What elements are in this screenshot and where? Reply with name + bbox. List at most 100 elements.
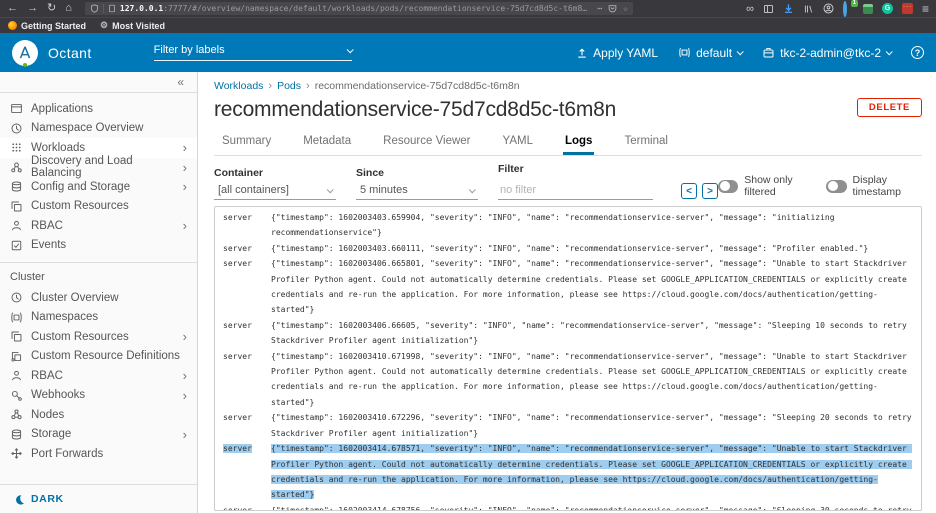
menu-icon[interactable]: ≡ xyxy=(922,2,929,16)
log-row[interactable]: server{"timestamp": 1602003414.678571, "… xyxy=(223,441,913,503)
container-select[interactable]: [all containers] xyxy=(214,184,336,200)
octant-logo[interactable] xyxy=(12,40,38,66)
previous-match-button[interactable]: < xyxy=(681,183,697,199)
since-select[interactable]: 5 minutes xyxy=(356,184,478,200)
grammarly-icon[interactable]: G xyxy=(882,3,893,14)
sidebar-item-custom-resource-definitions[interactable]: Custom Resource Definitions xyxy=(0,347,197,367)
shield-permissions-icon[interactable] xyxy=(90,4,99,13)
sidebar-item-discovery-and-load-balancing[interactable]: Discovery and Load Balancing› xyxy=(0,158,197,178)
sidebar-item-port-forwards[interactable]: Port Forwards xyxy=(0,444,197,464)
sidebar-panel-icon[interactable] xyxy=(763,4,774,14)
breadcrumb-pods[interactable]: Pods xyxy=(277,80,301,92)
breadcrumb-current: recommendationservice-75d7cd8d5c-t6m8n xyxy=(315,80,520,92)
config-storage-icon xyxy=(10,180,23,193)
page-actions-icon[interactable]: ⋯ xyxy=(597,4,602,13)
tab-resource-viewer[interactable]: Resource Viewer xyxy=(381,131,472,155)
log-row[interactable]: server{"timestamp": 1602003406.66605, "s… xyxy=(223,318,913,349)
dark-mode-toggle[interactable]: DARK xyxy=(0,484,197,513)
infinity-extension-icon[interactable]: ∞ xyxy=(746,3,754,15)
chevron-right-icon: › xyxy=(183,161,187,174)
help-icon[interactable]: ? xyxy=(911,46,924,59)
bookmarks-bar: Getting Started ⚙ Most Visited xyxy=(0,17,936,33)
sidebar-item-webhooks[interactable]: Webhooks› xyxy=(0,386,197,406)
container-label: Container xyxy=(214,167,336,179)
forward-icon[interactable]: → xyxy=(27,3,38,14)
back-icon[interactable]: ← xyxy=(7,3,18,14)
log-row[interactable]: server{"timestamp": 1602003406.665801, "… xyxy=(223,256,913,318)
library-icon[interactable] xyxy=(803,4,814,14)
tab-terminal[interactable]: Terminal xyxy=(622,131,669,155)
toggle-group: Show only filtered Display timestamp xyxy=(718,174,922,200)
label-filter-dropdown[interactable]: Filter by labels xyxy=(154,44,352,61)
sidebar-item-cluster-overview[interactable]: Cluster Overview xyxy=(0,288,197,308)
delete-button[interactable]: DELETE xyxy=(857,98,922,117)
next-match-button[interactable]: > xyxy=(702,183,718,199)
container-value: [all containers] xyxy=(218,184,289,196)
log-output[interactable]: server{"timestamp": 1602003403.659904, "… xyxy=(214,206,922,511)
sidebar-item-rbac[interactable]: RBAC› xyxy=(0,366,197,386)
toggle-display-timestamp[interactable]: Display timestamp xyxy=(826,174,922,198)
sidebar-item-custom-resources[interactable]: Custom Resources› xyxy=(0,327,197,347)
breadcrumb-workloads[interactable]: Workloads xyxy=(214,80,263,92)
bookmark-most-visited[interactable]: ⚙ Most Visited xyxy=(100,20,165,31)
tab-metadata[interactable]: Metadata xyxy=(301,131,353,155)
page-info-icon[interactable] xyxy=(108,4,116,13)
pocket-icon[interactable] xyxy=(608,4,617,13)
main-content: Workloads › Pods › recommendationservice… xyxy=(198,72,936,513)
filter-label: Filter xyxy=(498,163,653,175)
reload-icon[interactable]: ↻ xyxy=(47,3,56,14)
log-row[interactable]: server{"timestamp": 1602003403.660111, "… xyxy=(223,241,913,256)
sidebar-item-label: Namespace Overview xyxy=(31,122,143,134)
sidebar-item-storage[interactable]: Storage› xyxy=(0,425,197,445)
extension-red-icon[interactable]: ··· xyxy=(902,3,913,14)
chevron-right-icon: › xyxy=(183,141,187,154)
label-filter-text: Filter by labels xyxy=(154,44,225,56)
chevron-down-icon xyxy=(469,186,476,193)
extension-green-icon[interactable] xyxy=(863,4,873,14)
home-icon[interactable]: ⌂ xyxy=(65,3,72,14)
log-row[interactable]: server{"timestamp": 1602003410.672296, "… xyxy=(223,410,913,441)
url-bar[interactable]: 127.0.0.1:7777/#/overview/namespace/defa… xyxy=(85,2,633,15)
sidebar-item-namespaces[interactable]: Namespaces xyxy=(0,308,197,328)
log-row[interactable]: server{"timestamp": 1602003403.659904, "… xyxy=(223,210,913,241)
nodes-icon xyxy=(10,408,23,421)
toggle-show-only-filtered[interactable]: Show only filtered xyxy=(718,174,811,198)
sidebar: « ApplicationsNamespace OverviewWorkload… xyxy=(0,72,198,513)
log-row[interactable]: server{"timestamp": 1602003410.671998, "… xyxy=(223,349,913,411)
sidebar-item-custom-resources[interactable]: Custom Resources xyxy=(0,197,197,217)
since-value: 5 minutes xyxy=(360,184,408,196)
filter-input[interactable] xyxy=(498,184,653,200)
log-row[interactable]: server{"timestamp": 1602003414.678756, "… xyxy=(223,503,913,511)
moon-icon xyxy=(14,494,25,505)
tab-summary[interactable]: Summary xyxy=(220,131,273,155)
tab-logs[interactable]: Logs xyxy=(563,131,594,155)
namespace-selector[interactable]: default xyxy=(678,46,742,60)
log-stream-prefix: server xyxy=(223,256,252,271)
account-icon[interactable] xyxy=(823,3,834,14)
log-stream-prefix: server xyxy=(223,318,252,333)
sidebar-item-nodes[interactable]: Nodes xyxy=(0,405,197,425)
chevron-right-icon: › xyxy=(183,180,187,193)
cluster-overview-icon xyxy=(10,291,23,304)
sidebar-group-label: Cluster xyxy=(0,263,197,288)
sidebar-item-events[interactable]: Events xyxy=(0,236,197,256)
sidebar-item-namespace-overview[interactable]: Namespace Overview xyxy=(0,119,197,139)
apply-yaml-button[interactable]: Apply YAML xyxy=(576,46,658,60)
download-icon[interactable] xyxy=(783,3,794,14)
sidebar-item-config-and-storage[interactable]: Config and Storage› xyxy=(0,177,197,197)
extension-blue-icon[interactable]: 1 xyxy=(843,3,854,14)
dark-label: DARK xyxy=(31,493,64,505)
log-message: {"timestamp": 1602003410.671998, "severi… xyxy=(271,352,912,407)
sidebar-item-applications[interactable]: Applications xyxy=(0,99,197,119)
discovery-icon xyxy=(10,161,23,174)
events-icon xyxy=(10,239,23,252)
workloads-icon xyxy=(10,141,23,154)
tab-yaml[interactable]: YAML xyxy=(501,131,535,155)
namespaces-icon xyxy=(10,311,23,324)
context-selector[interactable]: tkc-2-admin@tkc-2 xyxy=(762,46,891,60)
collapse-sidebar-icon[interactable]: « xyxy=(177,75,184,89)
sidebar-item-label: Namespaces xyxy=(31,311,98,323)
bookmark-star-icon[interactable]: ☆ xyxy=(623,4,628,13)
bookmark-getting-started[interactable]: Getting Started xyxy=(8,21,86,31)
sidebar-item-rbac[interactable]: RBAC› xyxy=(0,216,197,236)
